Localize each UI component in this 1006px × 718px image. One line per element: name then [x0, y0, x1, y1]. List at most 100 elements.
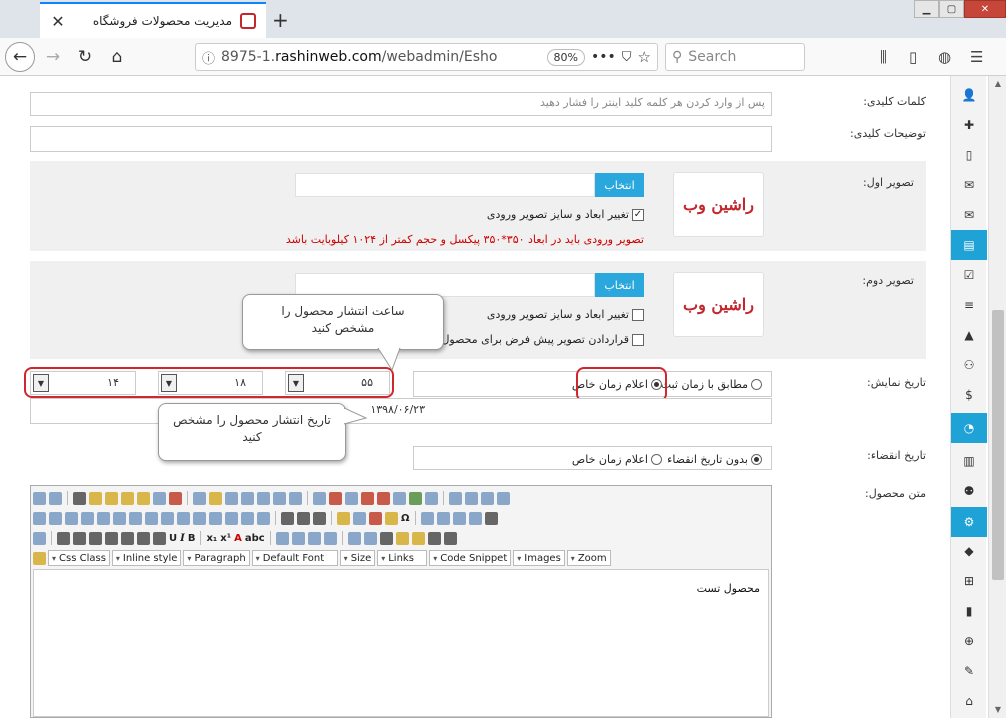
maximize-icon[interactable]: ▢	[939, 0, 964, 18]
insert-col-icon[interactable]	[177, 511, 190, 525]
table-row-icon[interactable]	[49, 511, 62, 525]
radio-expire-custom[interactable]: اعلام زمان خاص	[572, 453, 662, 466]
cut-icon[interactable]	[169, 491, 182, 505]
css-class-dropdown[interactable]: Css Class	[48, 550, 110, 566]
mobile-icon[interactable]: ▯	[951, 140, 987, 170]
table-icon[interactable]	[33, 511, 46, 525]
bookmark-star-icon[interactable]: ☆	[638, 48, 651, 66]
split-cells-icon[interactable]	[241, 511, 254, 525]
paste-html-icon[interactable]	[137, 491, 150, 505]
editor-text-area[interactable]: محصول تست	[33, 569, 769, 717]
browser-tab[interactable]: ✕ مدیریت محصولات فروشگاه	[40, 2, 266, 38]
pie-chart-icon[interactable]: ◔	[951, 413, 987, 443]
sidebar-toggle-icon[interactable]: ▯	[909, 48, 917, 66]
keyboard-icon[interactable]	[484, 511, 498, 525]
image1-file-field[interactable]	[295, 173, 595, 197]
position-icon[interactable]	[363, 531, 377, 545]
underline-icon[interactable]: U	[169, 533, 177, 544]
image-icon[interactable]	[409, 491, 422, 505]
paragraph-dropdown[interactable]: Paragraph	[183, 550, 250, 566]
special-icon[interactable]	[481, 491, 494, 505]
show-blocks-icon[interactable]	[313, 511, 326, 525]
outdent-icon[interactable]	[275, 531, 289, 545]
fullscreen-icon[interactable]	[427, 531, 441, 545]
folder-open-icon[interactable]: ▤	[951, 230, 987, 260]
envelope-icon[interactable]: ✉	[951, 200, 987, 230]
page-scrollbar[interactable]: ▲ ▼	[988, 76, 1006, 718]
insert-box-icon[interactable]	[337, 511, 350, 525]
image2-resize-checkbox[interactable]: تغییر ابعاد و سایز تصویر ورودی	[487, 308, 644, 321]
url-bar[interactable]: ⓘ 8975-1.rashinweb.com/webadmin/Esho 80%…	[195, 43, 658, 71]
file-icon[interactable]: ▮	[951, 596, 987, 626]
insert-form-icon[interactable]	[369, 511, 382, 525]
align-center-icon[interactable]	[73, 531, 86, 545]
radio-button[interactable]	[651, 454, 662, 465]
emoticon-icon[interactable]	[385, 511, 398, 525]
justify-none-icon[interactable]	[121, 531, 134, 545]
library-icon[interactable]: ⫼	[880, 48, 887, 66]
image2-default-checkbox[interactable]: قراردادن تصویر پیش فرض برای محصول	[441, 333, 644, 346]
align-left-icon[interactable]	[57, 531, 70, 545]
superscript-icon[interactable]: x¹	[220, 533, 231, 544]
ltr-icon[interactable]	[137, 531, 150, 545]
size-dropdown[interactable]: Size	[339, 550, 376, 566]
page-break-icon[interactable]	[468, 511, 482, 525]
italic-icon[interactable]: I	[180, 533, 185, 544]
windows-icon[interactable]: ⊞	[951, 566, 987, 596]
checkbox-unchecked[interactable]	[632, 308, 644, 321]
new-doc-icon[interactable]	[273, 491, 286, 505]
delete-icon[interactable]	[73, 491, 86, 505]
search-plus-icon[interactable]: ⊕	[951, 626, 987, 656]
zoom-level[interactable]: 80%	[546, 48, 585, 66]
hr-icon[interactable]	[452, 511, 466, 525]
sitemap-icon[interactable]: ⚉	[951, 476, 987, 506]
date-icon[interactable]	[420, 511, 434, 525]
anchor-icon[interactable]	[465, 491, 478, 505]
table-cell-icon[interactable]	[97, 511, 110, 525]
highlight-icon[interactable]	[33, 551, 46, 565]
pdf-icon[interactable]	[361, 491, 374, 505]
more-icon[interactable]: •••	[591, 49, 616, 65]
undo-icon[interactable]	[33, 491, 46, 505]
cursor-icon[interactable]	[347, 531, 361, 545]
template-icon[interactable]	[345, 491, 358, 505]
links-dropdown[interactable]: Links	[377, 550, 428, 566]
keyword-description-input[interactable]	[30, 126, 772, 152]
list-icon[interactable]: ≡	[951, 290, 987, 320]
globe-icon[interactable]: ◍	[938, 48, 951, 66]
font-color-icon[interactable]: A	[234, 533, 242, 544]
special-char-icon[interactable]: Ω	[401, 513, 410, 524]
copy-format-icon[interactable]	[395, 531, 409, 545]
date-input[interactable]: ۱۳۹۸/۰۶/۲۳	[30, 398, 772, 424]
indent-icon[interactable]	[291, 531, 305, 545]
table-col-icon[interactable]	[113, 511, 126, 525]
insert-col-after-icon[interactable]	[193, 511, 206, 525]
new-tab-icon[interactable]: +	[272, 8, 289, 32]
user-plus-icon[interactable]: ✚	[951, 110, 987, 140]
paste-text-icon[interactable]	[105, 491, 118, 505]
delete-col-icon[interactable]	[209, 511, 222, 525]
table-props-icon[interactable]	[81, 511, 94, 525]
grid-icon[interactable]	[379, 531, 393, 545]
insert-row-after-icon[interactable]	[145, 511, 158, 525]
unlink-icon[interactable]	[497, 491, 510, 505]
code-snippet-dropdown[interactable]: Code Snippet	[429, 550, 512, 566]
image-gallery-icon[interactable]	[425, 491, 438, 505]
pocket-icon[interactable]: ⛉	[622, 50, 632, 65]
window-close-icon[interactable]: ✕	[964, 0, 1006, 18]
format-icon[interactable]	[33, 531, 46, 545]
paste-word-icon[interactable]	[121, 491, 134, 505]
merge-cells-icon[interactable]	[225, 511, 238, 525]
help-icon[interactable]	[313, 491, 326, 505]
border-icon[interactable]	[443, 531, 457, 545]
image2-choose-button[interactable]: انتخاب	[595, 273, 644, 297]
back-icon[interactable]: ←	[5, 42, 35, 72]
close-tab-icon[interactable]: ✕	[50, 12, 66, 31]
spellcheck-icon[interactable]	[193, 491, 206, 505]
rtl-icon[interactable]	[153, 531, 166, 545]
format-painter-icon[interactable]	[411, 531, 425, 545]
url-text[interactable]: 8975-1.rashinweb.com/webadmin/Esho	[221, 49, 541, 65]
spell-icon[interactable]: abc	[245, 533, 265, 544]
image1-resize-checkbox[interactable]: ✓ تغییر ابعاد و سایز تصویر ورودی	[487, 208, 644, 221]
info-icon[interactable]: ⓘ	[202, 48, 215, 67]
